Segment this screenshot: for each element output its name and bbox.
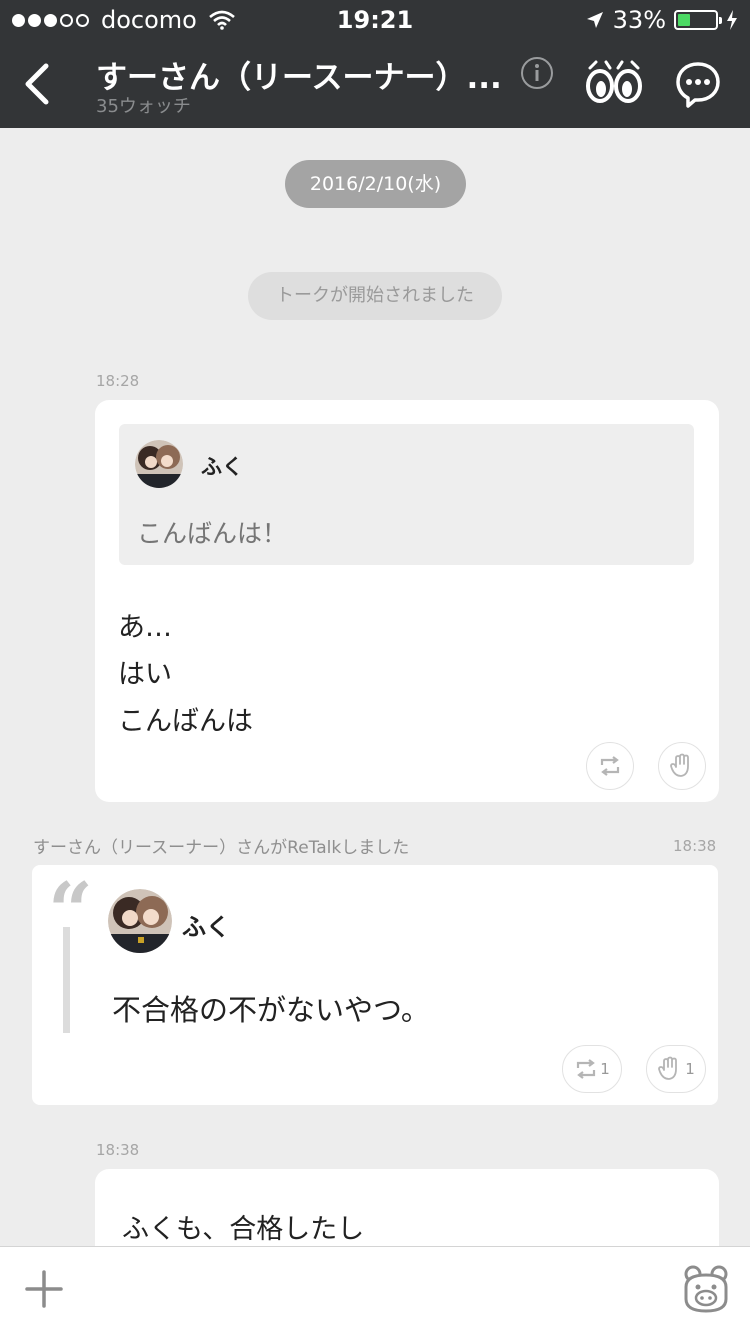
status-right: 33%: [585, 6, 738, 34]
avatar: [135, 440, 183, 488]
quote-mark-icon: “: [48, 866, 93, 957]
battery-percent: 33%: [612, 6, 666, 34]
quoted-text: こんばんは！: [137, 519, 288, 548]
message-time: 18:38: [673, 837, 717, 855]
page-title: すーさん（リースーナー）...: [96, 60, 502, 96]
status-bar: docomo 19:21 33%: [0, 0, 750, 40]
message-line: はい: [118, 659, 172, 690]
message-time: 18:28: [96, 372, 140, 390]
message-time: 18:38: [96, 1141, 140, 1159]
hand-icon: [670, 753, 689, 777]
retalk-icon: [600, 756, 620, 776]
charging-bolt-icon: [727, 10, 737, 30]
watch-count: 35ウォッチ: [96, 96, 191, 117]
top-bar: docomo 19:21 33% すーさん（リースーナー）... 35ウォッチ: [0, 0, 750, 128]
location-arrow-icon: [586, 12, 603, 28]
date-pill: 2016/2/10(水): [285, 160, 466, 208]
watch-eyes-icon[interactable]: [584, 58, 644, 108]
quote-bar: [63, 927, 70, 1033]
retalk-text: 不合格の不がないやつ。: [112, 993, 430, 1027]
retalk-button[interactable]: 1: [562, 1045, 622, 1093]
hand-icon: [658, 1056, 678, 1080]
retalk-author: ふく: [182, 913, 230, 941]
info-icon[interactable]: [520, 56, 554, 90]
retalk-count: 1: [600, 1060, 610, 1078]
quoted-author: ふく: [201, 455, 243, 479]
battery-icon: [674, 10, 722, 30]
message-line: こんばんは: [118, 706, 253, 737]
like-button[interactable]: [658, 742, 706, 790]
back-icon[interactable]: [16, 58, 60, 110]
chat-bubble-icon[interactable]: [674, 60, 722, 108]
bottom-bar: [0, 1246, 750, 1334]
screen: docomo 19:21 33% すーさん（リースーナー）... 35ウォッチ …: [0, 0, 750, 1334]
message-line: ふくも、合格したし: [122, 1214, 365, 1245]
retalk-header: すーさん（リースーナー）さんがReTalkしました: [33, 838, 410, 858]
battery-fill: [678, 14, 690, 26]
retalk-card[interactable]: “ ふく 不合格の不がないやつ。 1 1: [32, 865, 718, 1105]
like-count: 1: [685, 1060, 695, 1078]
retalk-icon: [577, 1059, 596, 1079]
quoted-message[interactable]: ふく こんばんは！: [119, 424, 694, 565]
message-card: ふく こんばんは！ あ… はい こんばんは: [95, 400, 719, 802]
avatar: [108, 889, 172, 953]
like-button[interactable]: 1: [646, 1045, 706, 1093]
message-line: あ…: [118, 612, 172, 643]
sticker-bear-icon[interactable]: [680, 1265, 732, 1315]
battery-cap: [719, 17, 722, 24]
talk-start-notice: トークが開始されました: [248, 272, 502, 320]
plus-icon[interactable]: [24, 1269, 64, 1309]
retalk-button[interactable]: [586, 742, 634, 790]
